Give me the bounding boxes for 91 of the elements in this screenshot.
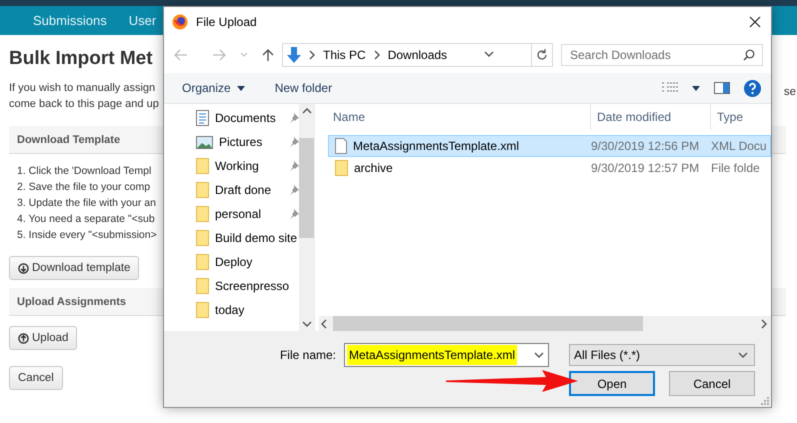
section-heading: Download Template (17, 134, 120, 146)
caret-icon (236, 86, 245, 90)
close-icon[interactable] (749, 16, 761, 28)
file-date: 9/30/2019 12:57 PM (591, 161, 700, 175)
breadcrumb[interactable]: This PC (323, 48, 366, 62)
resize-grip-icon[interactable] (761, 397, 769, 405)
view-options-icon[interactable] (662, 82, 678, 94)
refresh-icon[interactable] (536, 49, 548, 61)
nav-link[interactable]: User (128, 13, 156, 28)
nav-pane-item[interactable]: Documents (196, 106, 299, 130)
organize-menu[interactable]: Organize (182, 81, 245, 95)
folder-icon (196, 254, 209, 270)
folder-icon (196, 230, 209, 246)
intro-text: se (784, 86, 796, 98)
folder-icon (335, 160, 348, 176)
file-row[interactable]: archive 9/30/2019 12:57 PM File folde (328, 157, 771, 179)
section-heading: Upload Assignments (17, 296, 126, 308)
scroll-thumb[interactable] (333, 316, 643, 331)
address-bar[interactable]: This PC Downloads (282, 43, 553, 67)
file-type-dropdown[interactable]: All Files (*.*) (569, 344, 755, 366)
intro-text: If you wish to manually assign (9, 81, 156, 96)
breadcrumb[interactable]: Downloads (388, 48, 448, 62)
search-icon (743, 49, 755, 61)
folder-icon (196, 278, 209, 294)
step-text: 3. Update the file with your an (17, 196, 156, 211)
scroll-right-icon[interactable] (759, 318, 769, 328)
preview-pane-icon[interactable] (714, 82, 730, 94)
file-type: XML Docu (711, 139, 766, 153)
column-header[interactable]: Type (711, 104, 771, 130)
step-text: 4. You need a separate "<sub (17, 212, 155, 227)
folder-icon (196, 206, 209, 222)
help-icon[interactable] (744, 80, 761, 96)
file-name-label: File name: (280, 348, 336, 362)
step-text: 5. Inside every "<submission> (17, 228, 157, 243)
dialog-title: File Upload (196, 15, 258, 29)
dropdown-icon[interactable] (738, 350, 748, 360)
up-icon[interactable] (262, 48, 274, 62)
scroll-thumb[interactable] (299, 138, 314, 238)
download-icon (18, 262, 29, 274)
pin-icon[interactable] (289, 113, 299, 123)
pin-icon[interactable] (289, 185, 299, 195)
intro-text: come back to this page and up (9, 97, 159, 112)
cancel-button[interactable]: Cancel (9, 366, 63, 390)
search-field[interactable]: Search Downloads (561, 44, 763, 66)
download-arrow-icon (287, 47, 301, 63)
scroll-up-icon[interactable] (302, 106, 312, 116)
pin-icon[interactable] (289, 137, 299, 147)
cancel-button[interactable]: Cancel (669, 371, 755, 396)
folder-icon (196, 182, 209, 198)
file-type: File folde (711, 161, 761, 175)
file-name: archive (354, 161, 393, 175)
nav-pane-item[interactable]: Build demo site (196, 226, 299, 250)
nav-pane-item[interactable]: personal (196, 202, 299, 226)
dropdown-icon[interactable] (534, 350, 544, 360)
nav-pane-item[interactable]: Deploy (196, 250, 299, 274)
scroll-down-icon[interactable] (302, 319, 312, 329)
file-icon (335, 138, 347, 154)
column-header[interactable]: Name (319, 104, 591, 130)
dropdown-icon[interactable] (484, 49, 494, 59)
chevron-icon[interactable] (307, 50, 317, 60)
nav-pane-item[interactable]: Screenpresso (196, 274, 299, 298)
pin-icon[interactable] (289, 209, 299, 219)
column-header[interactable]: Date modified (591, 104, 711, 130)
nav-pane-item[interactable]: Draft done (196, 178, 299, 202)
nav-pane-item[interactable]: today (196, 298, 299, 322)
file-date: 9/30/2019 12:56 PM (591, 139, 700, 153)
horizontal-scrollbar[interactable] (319, 316, 771, 331)
new-folder-button[interactable]: New folder (274, 81, 332, 95)
step-text: 2. Save the file to your comp (17, 180, 150, 195)
open-button[interactable]: Open (569, 371, 655, 396)
caret-icon[interactable] (692, 86, 700, 90)
file-row[interactable]: MetaAssignmentsTemplate.xml 9/30/2019 12:56 PM XML Docu (328, 135, 771, 157)
scroll-left-icon[interactable] (319, 318, 329, 328)
folder-icon (196, 158, 209, 174)
upload-button[interactable]: Upload (9, 326, 78, 350)
folder-icon (196, 302, 209, 318)
file-name: MetaAssignmentsTemplate.xml (353, 139, 520, 153)
nav-pane-item[interactable]: Working (196, 154, 299, 178)
chevron-icon[interactable] (372, 50, 382, 60)
upload-icon (18, 332, 29, 344)
picture-icon (196, 136, 213, 148)
pin-icon[interactable] (289, 161, 299, 171)
nav-pane-item[interactable]: Pictures (196, 130, 299, 154)
download-button[interactable]: Download template (9, 256, 140, 280)
file-name-field[interactable]: MetaAssignmentsTemplate.xml (344, 343, 549, 367)
step-text: 1. Click the 'Download Templ (17, 164, 152, 179)
browser-logo-icon (172, 14, 188, 30)
nav-link[interactable]: Submissions (33, 13, 107, 28)
vertical-scrollbar[interactable] (299, 104, 314, 331)
page-title: Bulk Import Met (9, 48, 153, 70)
document-icon (196, 110, 209, 126)
